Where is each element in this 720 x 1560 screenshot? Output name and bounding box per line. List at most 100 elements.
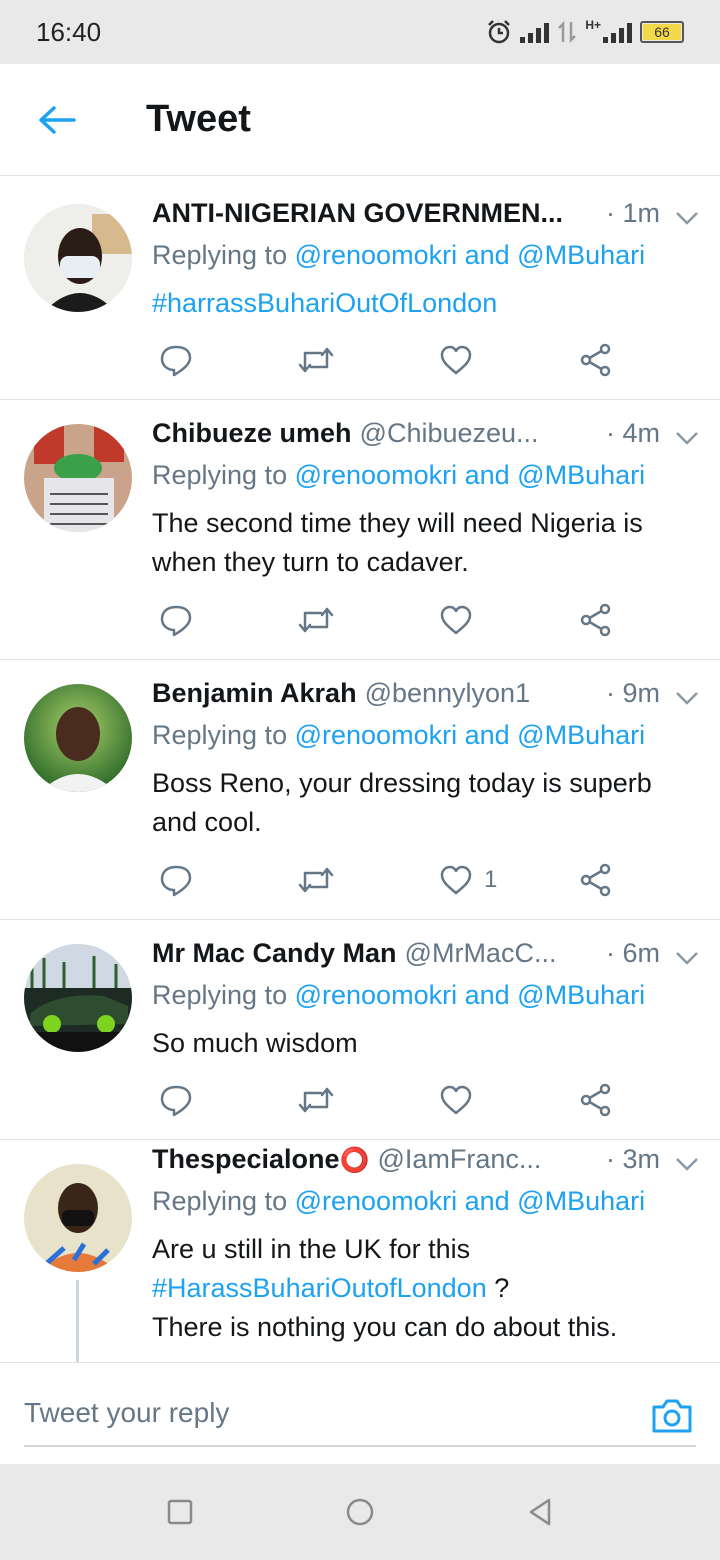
- like-icon: [440, 865, 472, 895]
- alarm-icon: [488, 20, 511, 44]
- app-header: Tweet: [0, 64, 720, 176]
- mention-link[interactable]: @renoomokri: [295, 720, 457, 750]
- reply-prefix: Replying to: [152, 240, 288, 270]
- tweet-author-name[interactable]: Mr Mac Candy Man: [152, 938, 397, 969]
- battery-icon: 66: [640, 21, 684, 43]
- mention-link[interactable]: @MBuhari: [517, 980, 645, 1010]
- reply-feed[interactable]: ANTI-NIGERIAN GOVERNMEN... · 1m Replying…: [0, 180, 720, 1362]
- reply-icon: [160, 865, 192, 897]
- nav-circle-icon[interactable]: [342, 1494, 378, 1530]
- tweet-item[interactable]: Benjamin Akrah @bennylyon1 · 9m Replying…: [0, 660, 720, 920]
- tweet-actions: [154, 338, 624, 382]
- retweet-button[interactable]: [294, 858, 338, 902]
- share-icon: [580, 343, 611, 377]
- signal-icon-2: [603, 21, 632, 43]
- tweet-text: Are u still in the UK for this #HarassBu…: [152, 1230, 700, 1347]
- caret-down-icon[interactable]: [674, 1154, 700, 1174]
- mention-link[interactable]: @MBuhari: [517, 720, 645, 750]
- avatar[interactable]: [24, 684, 132, 792]
- share-button[interactable]: [574, 338, 618, 382]
- back-arrow-icon[interactable]: [36, 104, 76, 136]
- tweet-author-handle[interactable]: @MrMacC...: [405, 938, 557, 969]
- tweet-actions: [154, 1078, 624, 1122]
- tweet-author-name[interactable]: Chibueze umeh: [152, 418, 352, 449]
- reply-icon: [160, 345, 192, 377]
- tweet-text-line: Are u still in the UK for this: [152, 1234, 471, 1264]
- reply-prefix: Replying to: [152, 460, 288, 490]
- tweet-actions: 1: [154, 858, 624, 902]
- reply-button[interactable]: [154, 338, 198, 382]
- tweet-body: Chibueze umeh @Chibuezeu... · 4m Replyin…: [152, 418, 700, 582]
- mention-link[interactable]: @MBuhari: [517, 460, 645, 490]
- tweet-author-name[interactable]: Thespecialone: [152, 1144, 340, 1175]
- status-icons: H+ 66: [486, 18, 684, 46]
- tweet-author-handle[interactable]: @IamFranc...: [377, 1144, 541, 1175]
- like-icon: [440, 1085, 472, 1115]
- retweet-button[interactable]: [294, 598, 338, 642]
- tweet-author-name[interactable]: ANTI-NIGERIAN GOVERNMEN...: [152, 198, 563, 229]
- hashtag-link[interactable]: #harrassBuhariOutOfLondon: [152, 288, 497, 318]
- tweet-item[interactable]: Thespecialone ⭕ @IamFranc... · 3m Replyi…: [0, 1140, 720, 1362]
- avatar[interactable]: [24, 204, 132, 312]
- like-button[interactable]: [434, 1078, 478, 1122]
- tweet-actions: [154, 598, 624, 642]
- caret-down-icon[interactable]: [674, 428, 700, 448]
- tweet-author-handle[interactable]: @Chibuezeu...: [360, 418, 539, 449]
- tweet-time: · 1m: [606, 198, 660, 228]
- share-button[interactable]: [574, 1078, 618, 1122]
- replying-to: Replying to @renoomokri and @MBuhari: [152, 720, 700, 760]
- tweet-time: · 4m: [606, 418, 660, 448]
- reply-button[interactable]: [154, 1078, 198, 1122]
- and-word: and: [464, 980, 510, 1010]
- and-word: and: [464, 240, 510, 270]
- avatar[interactable]: [24, 944, 132, 1052]
- tweet-item[interactable]: ANTI-NIGERIAN GOVERNMEN... · 1m Replying…: [0, 180, 720, 400]
- like-button[interactable]: [434, 598, 478, 642]
- tweet-body: ANTI-NIGERIAN GOVERNMEN... · 1m Replying…: [152, 198, 700, 323]
- nav-back-icon[interactable]: [522, 1494, 558, 1530]
- like-button[interactable]: [434, 858, 478, 902]
- retweet-icon: [298, 867, 334, 893]
- avatar[interactable]: [24, 1164, 132, 1272]
- like-button[interactable]: [434, 338, 478, 382]
- mention-link[interactable]: @MBuhari: [517, 240, 645, 270]
- reply-composer: Tweet your reply: [0, 1362, 720, 1464]
- caret-down-icon[interactable]: [674, 948, 700, 968]
- mention-link[interactable]: @MBuhari: [517, 1186, 645, 1216]
- mention-link[interactable]: @renoomokri: [295, 980, 457, 1010]
- nav-square-icon[interactable]: [162, 1494, 198, 1530]
- tweet-item[interactable]: Chibueze umeh @Chibuezeu... · 4m Replyin…: [0, 400, 720, 660]
- reply-icon: [160, 605, 192, 637]
- tweet-text-line: #HarassBuhariOutofLondon ?: [152, 1269, 700, 1308]
- replying-to: Replying to @renoomokri and @MBuhari: [152, 240, 700, 280]
- retweet-icon: [298, 1087, 334, 1113]
- retweet-button[interactable]: [294, 1078, 338, 1122]
- share-button[interactable]: [574, 858, 618, 902]
- tweet-text: So much wisdom: [152, 1028, 358, 1058]
- mention-link[interactable]: @renoomokri: [295, 240, 457, 270]
- data-transfer-icon: [558, 20, 577, 44]
- reply-icon: [160, 1085, 192, 1117]
- share-button[interactable]: [574, 598, 618, 642]
- reply-button[interactable]: [154, 598, 198, 642]
- caret-down-icon[interactable]: [674, 688, 700, 708]
- caret-down-icon[interactable]: [674, 208, 700, 228]
- mention-link[interactable]: @renoomokri: [295, 460, 457, 490]
- reply-input[interactable]: Tweet your reply: [24, 1385, 696, 1447]
- retweet-icon: [298, 607, 334, 633]
- hashtag-link[interactable]: #HarassBuhariOutofLondon: [152, 1273, 487, 1303]
- like-icon: [440, 345, 472, 375]
- tweet-item[interactable]: Mr Mac Candy Man @MrMacC... · 6m Replyin…: [0, 920, 720, 1140]
- reply-button[interactable]: [154, 858, 198, 902]
- tweet-author-name[interactable]: Benjamin Akrah: [152, 678, 357, 709]
- signal-icon: [520, 21, 550, 43]
- retweet-button[interactable]: [294, 338, 338, 382]
- tweet-author-handle[interactable]: @bennylyon1: [365, 678, 531, 709]
- tweet-text: The second time they will need Nigeria i…: [152, 508, 643, 577]
- avatar[interactable]: [24, 424, 132, 532]
- retweet-icon: [298, 347, 334, 373]
- camera-icon[interactable]: [650, 1395, 694, 1435]
- share-icon: [580, 1083, 611, 1117]
- tweet-time: · 6m: [606, 938, 660, 968]
- mention-link[interactable]: @renoomokri: [295, 1186, 457, 1216]
